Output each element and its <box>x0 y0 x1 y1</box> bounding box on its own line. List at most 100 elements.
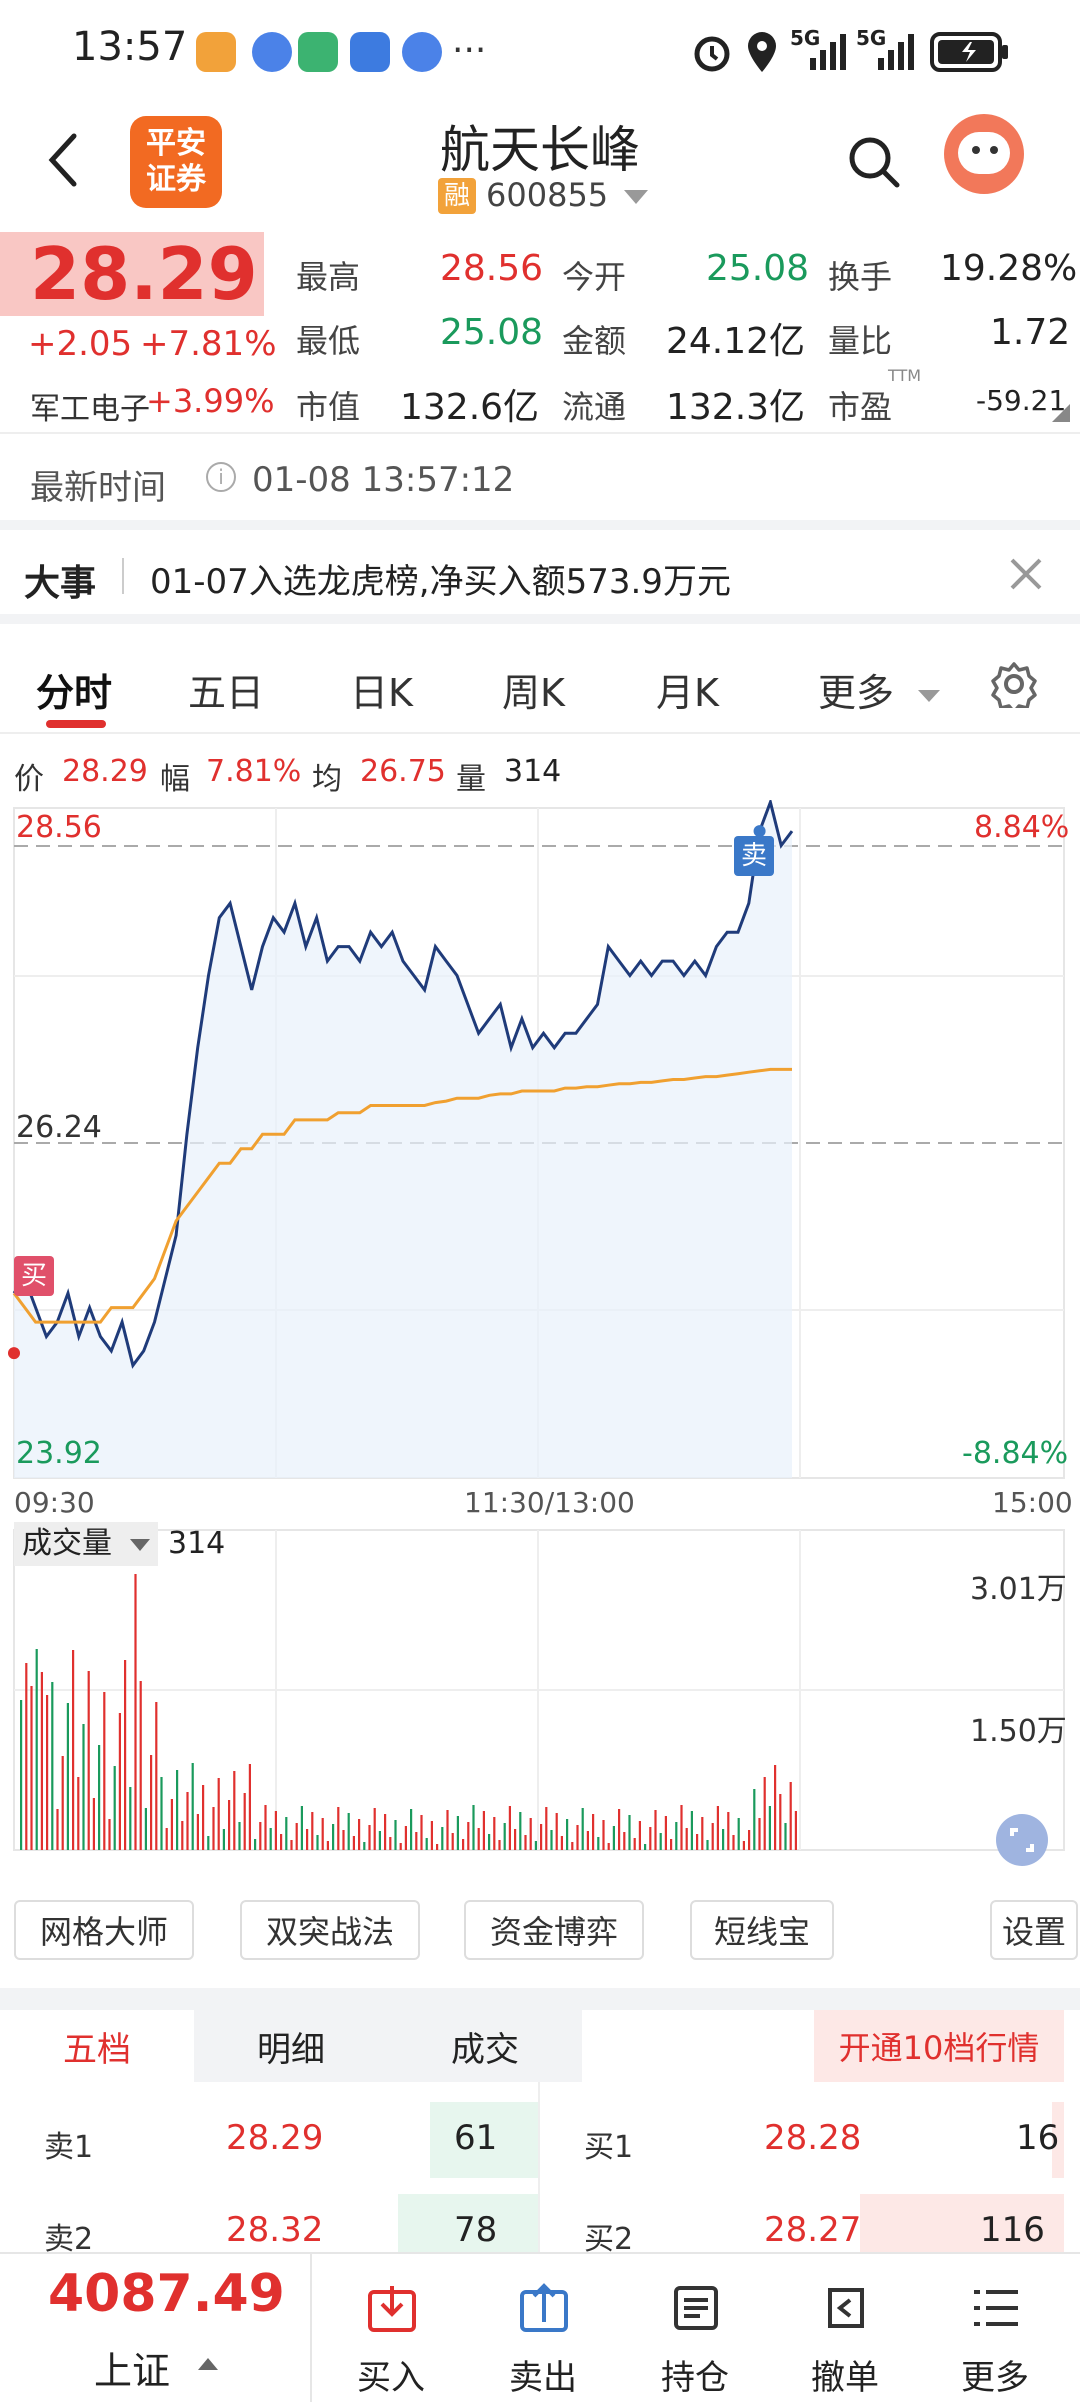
search-icon[interactable] <box>846 134 902 190</box>
tab-five-day[interactable]: 五日 <box>188 662 264 717</box>
volume-bar <box>280 1834 283 1850</box>
volume-bar <box>160 1777 163 1850</box>
volume-bar <box>550 1830 553 1850</box>
ask-price[interactable]: 28.29 <box>226 2118 323 2158</box>
tool-grid-master[interactable]: 网格大师 <box>14 1900 194 1960</box>
volume-bar <box>774 1765 777 1850</box>
volume-bar <box>347 1813 350 1850</box>
chevron-up-icon <box>198 2358 218 2370</box>
gear-icon[interactable] <box>990 660 1038 708</box>
volume-bar <box>295 1823 298 1850</box>
volume-bar <box>571 1842 574 1850</box>
tool-settings[interactable]: 设置 <box>990 1900 1078 1960</box>
index-widget[interactable]: 4087.49 上证 <box>0 2254 312 2402</box>
volume-bar <box>113 1766 116 1850</box>
volume-bar <box>534 1841 537 1850</box>
volume-bar <box>602 1820 605 1850</box>
volume-bar <box>477 1828 480 1850</box>
volume-bar <box>623 1832 626 1850</box>
ask-level: 卖1 <box>44 2130 94 2165</box>
volume-selector[interactable]: 成交量 <box>14 1522 158 1566</box>
info-vol-label: 量 <box>456 762 486 797</box>
volume-bar <box>784 1823 787 1850</box>
field-value: 19.28% <box>940 248 1078 289</box>
tool-fund-game[interactable]: 资金博弈 <box>464 1900 644 1960</box>
tab-monthly-k[interactable]: 月K <box>656 662 719 717</box>
upgrade-button[interactable]: 开通10档行情 <box>814 2010 1064 2082</box>
tool-double-break[interactable]: 双突战法 <box>240 1900 420 1960</box>
volume-bar <box>742 1841 745 1850</box>
tab-detail[interactable]: 明细 <box>194 2010 388 2082</box>
sector-name[interactable]: 军工电子 <box>30 384 150 428</box>
tab-intraday[interactable]: 分时 <box>36 662 112 717</box>
volume-bar <box>46 1695 49 1850</box>
volume-bar <box>165 1828 168 1850</box>
app-notification-icon <box>252 32 292 72</box>
volume-bar <box>638 1821 641 1850</box>
bid-price[interactable]: 28.27 <box>764 2210 861 2250</box>
stock-code-value: 600855 <box>486 176 609 214</box>
volume-bar <box>540 1824 543 1850</box>
fullscreen-icon[interactable] <box>996 1814 1048 1866</box>
index-name: 上证 <box>94 2349 171 2393</box>
event-text: 01-07入选龙虎榜,净买入额573.9万元 <box>150 562 731 602</box>
quote-panel: 28.29 +2.05 +7.81% 军工电子 +3.99% 最高 28.56 … <box>0 232 1080 432</box>
volume-bar <box>77 1777 80 1850</box>
volume-bar <box>633 1838 636 1850</box>
tab-more[interactable]: 更多 <box>818 662 941 717</box>
event-banner[interactable]: 大事 01-07入选龙虎榜,净买入额573.9万元 <box>0 530 1080 620</box>
volume-bar <box>56 1809 59 1850</box>
bid-price[interactable]: 28.28 <box>764 2118 861 2158</box>
volume-bar <box>514 1829 517 1850</box>
sell-button[interactable]: 卖出 <box>468 2254 618 2402</box>
volume-bar <box>451 1833 454 1850</box>
volume-bar <box>690 1811 693 1850</box>
buy-button[interactable]: 买入 <box>316 2254 466 2402</box>
volume-bar <box>696 1834 699 1850</box>
tab-trades[interactable]: 成交 <box>388 2010 582 2082</box>
volume-bar <box>493 1817 496 1850</box>
volume-bar <box>243 1793 246 1850</box>
volume-bar <box>420 1815 423 1850</box>
volume-bar <box>25 1663 28 1850</box>
order-tabs: 五档 明细 成交 开通10档行情 <box>0 2010 1080 2082</box>
tab-five-levels[interactable]: 五档 <box>0 2010 194 2082</box>
volume-bar <box>35 1649 38 1850</box>
volume-bar <box>706 1840 709 1850</box>
volume-bar <box>87 1671 90 1850</box>
volume-bar <box>748 1830 751 1850</box>
signal-icon <box>810 34 846 70</box>
tab-weekly-k[interactable]: 周K <box>502 662 565 717</box>
holdings-button[interactable]: 持仓 <box>620 2254 770 2402</box>
volume-bar <box>337 1807 340 1850</box>
more-label: 更多 <box>961 2358 1029 2398</box>
volume-bar <box>248 1764 251 1850</box>
buy-marker[interactable]: 买 <box>14 1256 54 1296</box>
sector-pct: +3.99% <box>146 382 275 420</box>
expand-corner-icon[interactable] <box>1052 404 1070 422</box>
volume-bar <box>654 1810 657 1850</box>
assistant-avatar[interactable] <box>944 114 1024 194</box>
volume-bar <box>98 1745 101 1850</box>
volume-bar <box>508 1806 511 1850</box>
cancel-order-button[interactable]: 撤单 <box>770 2254 920 2402</box>
volume-bar <box>66 1703 69 1850</box>
sell-marker[interactable]: 卖 <box>734 836 774 876</box>
volume-bar <box>472 1805 475 1850</box>
volume-bar <box>30 1686 33 1850</box>
signal-icon-2 <box>878 34 914 70</box>
tab-daily-k[interactable]: 日K <box>350 662 413 717</box>
chart-info-line: 价 28.29 幅 7.81% 均 26.75 量 314 <box>0 740 1080 800</box>
close-icon[interactable] <box>1006 554 1046 594</box>
field-value: 25.08 <box>440 312 544 353</box>
info-icon[interactable]: i <box>206 462 236 492</box>
tool-short-line[interactable]: 短线宝 <box>690 1900 834 1960</box>
volume-value: 314 <box>168 1526 226 1561</box>
intraday-chart[interactable]: 28.56 8.84% 26.24 23.92 -8.84% 09:30 11:… <box>0 800 1080 1890</box>
volume-bar <box>404 1826 407 1850</box>
more-button[interactable]: 更多 <box>920 2254 1070 2402</box>
chevron-down-icon <box>918 689 941 702</box>
stock-code[interactable]: 600855 <box>486 176 649 214</box>
volume-bar <box>716 1806 719 1850</box>
ask-price[interactable]: 28.32 <box>226 2210 323 2250</box>
